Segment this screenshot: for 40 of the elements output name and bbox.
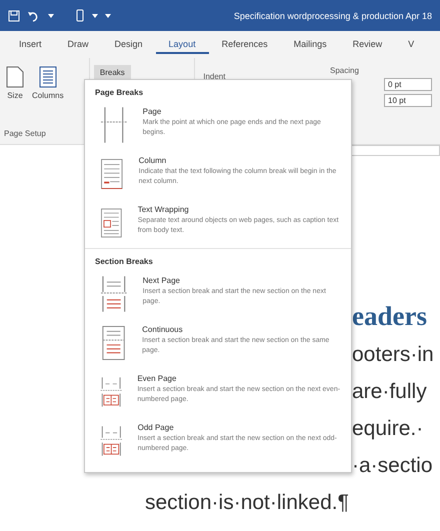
window-title: Specification wordprocessing & production Apr 18 (234, 10, 432, 20)
spacing-label: Spacing (330, 66, 360, 75)
spacing-after-field[interactable]: 10 pt (384, 94, 432, 107)
ribbon-tab[interactable]: Review (340, 35, 396, 54)
menu-item-title: Column (138, 156, 168, 165)
menu-item-title: Even Page (137, 374, 178, 383)
columns-icon (38, 66, 57, 88)
ribbon-tab[interactable]: References (208, 35, 281, 54)
breaks-button[interactable]: Breaks (94, 65, 131, 80)
menu-item-title: Next Page (142, 276, 181, 285)
group-label: Page Setup (4, 129, 47, 138)
menu-section-heading: Page Breaks (85, 80, 351, 101)
menu-item-title: Page (142, 107, 162, 116)
ribbon-tab[interactable]: Mailings (280, 35, 340, 54)
document-text: ·a·sectio (352, 453, 434, 479)
menu-item-title: Text Wrapping (138, 205, 190, 214)
ribbon-tab[interactable]: Design (102, 35, 156, 54)
caret-icon[interactable] (92, 14, 98, 18)
columns-button[interactable]: Columns (30, 64, 66, 102)
page-icon (6, 66, 24, 88)
save-icon[interactable] (8, 10, 20, 22)
indent-label: Indent (203, 72, 226, 81)
document-text: section·is·not·linked.¶ (145, 490, 350, 516)
size-button[interactable]: Size (4, 64, 26, 102)
document-text: are·fully (352, 379, 428, 405)
ribbon-tab[interactable]: V (395, 35, 428, 54)
section-break-icon (99, 274, 129, 314)
ribbon-tab[interactable]: Insert (6, 35, 55, 54)
document-text: equire.· (352, 416, 424, 442)
spacing-before-field[interactable]: 0 pt (384, 78, 432, 91)
document-text: ooters·in (352, 342, 435, 368)
ribbon-tab[interactable]: Draw (54, 35, 102, 54)
customize-icon[interactable] (105, 12, 111, 18)
page-break-icon (99, 105, 129, 145)
caret-icon[interactable] (48, 14, 54, 18)
menu-item-title: Continuous (142, 325, 184, 334)
menu-item-title: Odd Page (138, 423, 175, 432)
menu-section-heading: Section Breaks (85, 249, 351, 270)
document-heading: eaders (352, 300, 428, 333)
ribbon-tab[interactable]: Layout (156, 35, 209, 54)
